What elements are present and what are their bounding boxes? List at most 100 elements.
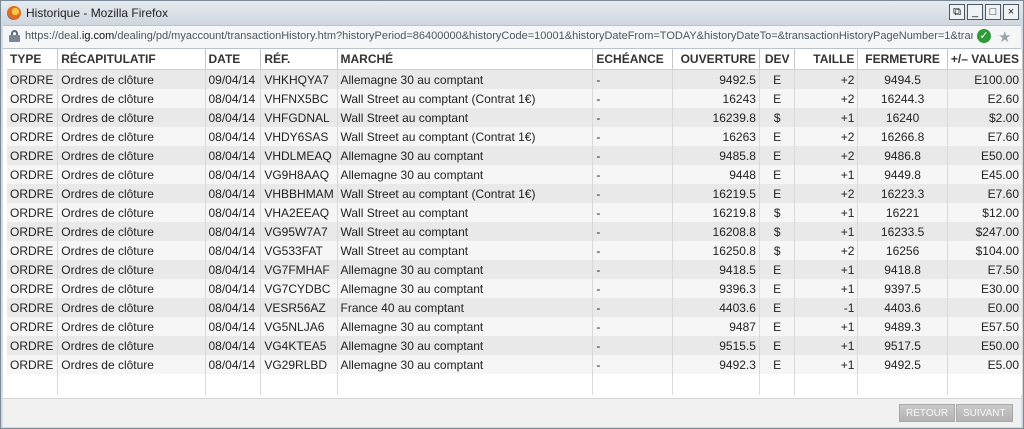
- cell-market: Allemagne 30 au comptant: [337, 165, 594, 184]
- restore-icon[interactable]: ⧉: [949, 4, 965, 20]
- cell-date: 08/04/14: [205, 165, 262, 184]
- cell-market: Wall Street au comptant: [337, 222, 594, 241]
- lock-icon: [9, 30, 20, 42]
- cell-market: Allemagne 30 au comptant: [337, 336, 594, 355]
- cell-summary: Ordres de clôture: [57, 184, 206, 203]
- cell-type: ORDRE: [7, 355, 59, 374]
- cell-date: 08/04/14: [205, 89, 262, 108]
- table-row[interactable]: ORDRE Ordres de clôture 08/04/14 VG95W7A7 Wa…: [7, 222, 1024, 241]
- cell-pnl: E0.00: [947, 298, 1024, 317]
- url-text[interactable]: https://deal.ig.com/dealing/pd/myaccount…: [25, 30, 973, 42]
- cell-expiry: -: [592, 184, 673, 203]
- address-bar[interactable]: https://deal.ig.com/dealing/pd/myaccount…: [3, 25, 1021, 49]
- cell-summary: Ordres de clôture: [57, 260, 206, 279]
- close-button[interactable]: ×: [1003, 4, 1019, 20]
- table-row[interactable]: ORDRE Ordres de clôture 08/04/14 VG7FMHAF Al…: [7, 260, 1024, 279]
- table-row[interactable]: ORDRE Ordres de clôture 08/04/14 VHDY6SAS Wa…: [7, 127, 1024, 146]
- cell-open: 9418.5: [672, 260, 760, 279]
- table-body: ORDRE Ordres de clôture 09/04/14 VHKHQYA7 Al…: [7, 69, 1024, 395]
- cell-market: Allemagne 30 au comptant: [337, 279, 594, 298]
- maximize-button[interactable]: □: [985, 4, 1001, 20]
- column-header-size: TAILLE: [794, 49, 859, 70]
- table-row[interactable]: ORDRE Ordres de clôture 08/04/14 VG9H8AAQ Al…: [7, 165, 1024, 184]
- cell-size: +1: [794, 260, 859, 279]
- cell-ref: VG7FMHAF: [260, 260, 338, 279]
- cell-open: 9515.5: [672, 336, 760, 355]
- column-header-open: OUVERTURE: [672, 49, 760, 70]
- cell-open: 9448: [672, 165, 760, 184]
- cell-open: 16219.5: [672, 184, 760, 203]
- cell-size: +1: [794, 336, 859, 355]
- cell-size: +1: [794, 279, 859, 298]
- table-row[interactable]: ORDRE Ordres de clôture 08/04/14 VHDLMEAQ Al…: [7, 146, 1024, 165]
- cell-size: +1: [794, 355, 859, 374]
- next-button[interactable]: SUIVANT: [956, 404, 1013, 422]
- title-bar[interactable]: Historique - Mozilla Firefox ⧉ _ □ ×: [1, 1, 1023, 25]
- cell-ref: VG9H8AAQ: [260, 165, 338, 184]
- cell-summary: Ordres de clôture: [57, 241, 206, 260]
- table-row[interactable]: ORDRE Ordres de clôture 08/04/14 VHBBHMAM Wa…: [7, 184, 1024, 203]
- cell-ref: VHFGDNAL: [260, 108, 338, 127]
- cell-type: ORDRE: [7, 127, 59, 146]
- cell-market: Wall Street au comptant (Contrat 1€): [337, 89, 594, 108]
- column-header-currency: DEV: [759, 49, 796, 70]
- minimize-button[interactable]: _: [967, 4, 983, 20]
- cell-currency: E: [759, 165, 796, 184]
- cell-date: 08/04/14: [205, 127, 262, 146]
- cell-market: Wall Street au comptant: [337, 203, 594, 222]
- back-button[interactable]: RETOUR: [899, 404, 956, 422]
- cell-open: 16250.8: [672, 241, 760, 260]
- cell-close: 9449.8: [857, 165, 948, 184]
- cell-date: 08/04/14: [205, 279, 262, 298]
- cell-close: 9489.3: [857, 317, 948, 336]
- cell-expiry: -: [592, 203, 673, 222]
- column-header-pnl: +/– VALUES: [947, 49, 1024, 70]
- table-row[interactable]: ORDRE Ordres de clôture 09/04/14 VHKHQYA7 Al…: [7, 69, 1024, 89]
- cell-date: 08/04/14: [205, 108, 262, 127]
- cell-ref: VG7CYDBC: [260, 279, 338, 298]
- cell-summary: Ordres de clôture: [57, 279, 206, 298]
- cell-summary: Ordres de clôture: [57, 127, 206, 146]
- cell-expiry: -: [592, 336, 673, 355]
- cell-summary: Ordres de clôture: [57, 146, 206, 165]
- cell-market: Allemagne 30 au comptant: [337, 146, 594, 165]
- cell-expiry: -: [592, 69, 673, 89]
- empty-cell: [57, 374, 206, 395]
- cell-open: 16263: [672, 127, 760, 146]
- table-row[interactable]: ORDRE Ordres de clôture 08/04/14 VHA2EEAQ Wa…: [7, 203, 1024, 222]
- table-row[interactable]: ORDRE Ordres de clôture 08/04/14 VG7CYDBC Al…: [7, 279, 1024, 298]
- column-header-date: DATE: [205, 49, 262, 70]
- cell-market: Allemagne 30 au comptant: [337, 317, 594, 336]
- cell-type: ORDRE: [7, 203, 59, 222]
- cell-date: 08/04/14: [205, 203, 262, 222]
- cell-ref: VHFNX5BC: [260, 89, 338, 108]
- cell-close: 9418.8: [857, 260, 948, 279]
- cell-pnl: E100.00: [947, 69, 1024, 89]
- table-row[interactable]: ORDRE Ordres de clôture 08/04/14 VG4KTEA5 Al…: [7, 336, 1024, 355]
- table-row[interactable]: ORDRE Ordres de clôture 08/04/14 VHFGDNAL Wa…: [7, 108, 1024, 127]
- cell-summary: Ordres de clôture: [57, 222, 206, 241]
- history-panel: TYPE RÉCAPITULATIF DATE RÉF. MARCHÉ ECHÉANCE O…: [3, 49, 1024, 427]
- cell-ref: VG533FAT: [260, 241, 338, 260]
- empty-cell: [260, 374, 338, 395]
- table-row[interactable]: ORDRE Ordres de clôture 08/04/14 VG533FAT Wa…: [7, 241, 1024, 260]
- cell-ref: VG95W7A7: [260, 222, 338, 241]
- cell-expiry: -: [592, 165, 673, 184]
- cell-type: ORDRE: [7, 108, 59, 127]
- cell-currency: E: [759, 127, 796, 146]
- pagination-footer: RETOUR SUIVANT: [3, 398, 1021, 427]
- table-row[interactable]: ORDRE Ordres de clôture 08/04/14 VG29RLBD Al…: [7, 355, 1024, 374]
- table-row[interactable]: ORDRE Ordres de clôture 08/04/14 VESR56AZ Fr…: [7, 298, 1024, 317]
- table-row[interactable]: ORDRE Ordres de clôture 08/04/14 VG5NLJA6 Al…: [7, 317, 1024, 336]
- cell-currency: $: [759, 222, 796, 241]
- cell-expiry: -: [592, 89, 673, 108]
- cell-date: 08/04/14: [205, 355, 262, 374]
- verified-icon[interactable]: ✓: [977, 29, 991, 43]
- table-row[interactable]: ORDRE Ordres de clôture 08/04/14 VHFNX5BC Wa…: [7, 89, 1024, 108]
- column-header-close: FERMETURE: [857, 49, 948, 70]
- cell-summary: Ordres de clôture: [57, 165, 206, 184]
- cell-pnl: E7.60: [947, 184, 1024, 203]
- star-icon[interactable]: ★: [998, 28, 1011, 46]
- cell-size: +1: [794, 317, 859, 336]
- cell-close: 4403.6: [857, 298, 948, 317]
